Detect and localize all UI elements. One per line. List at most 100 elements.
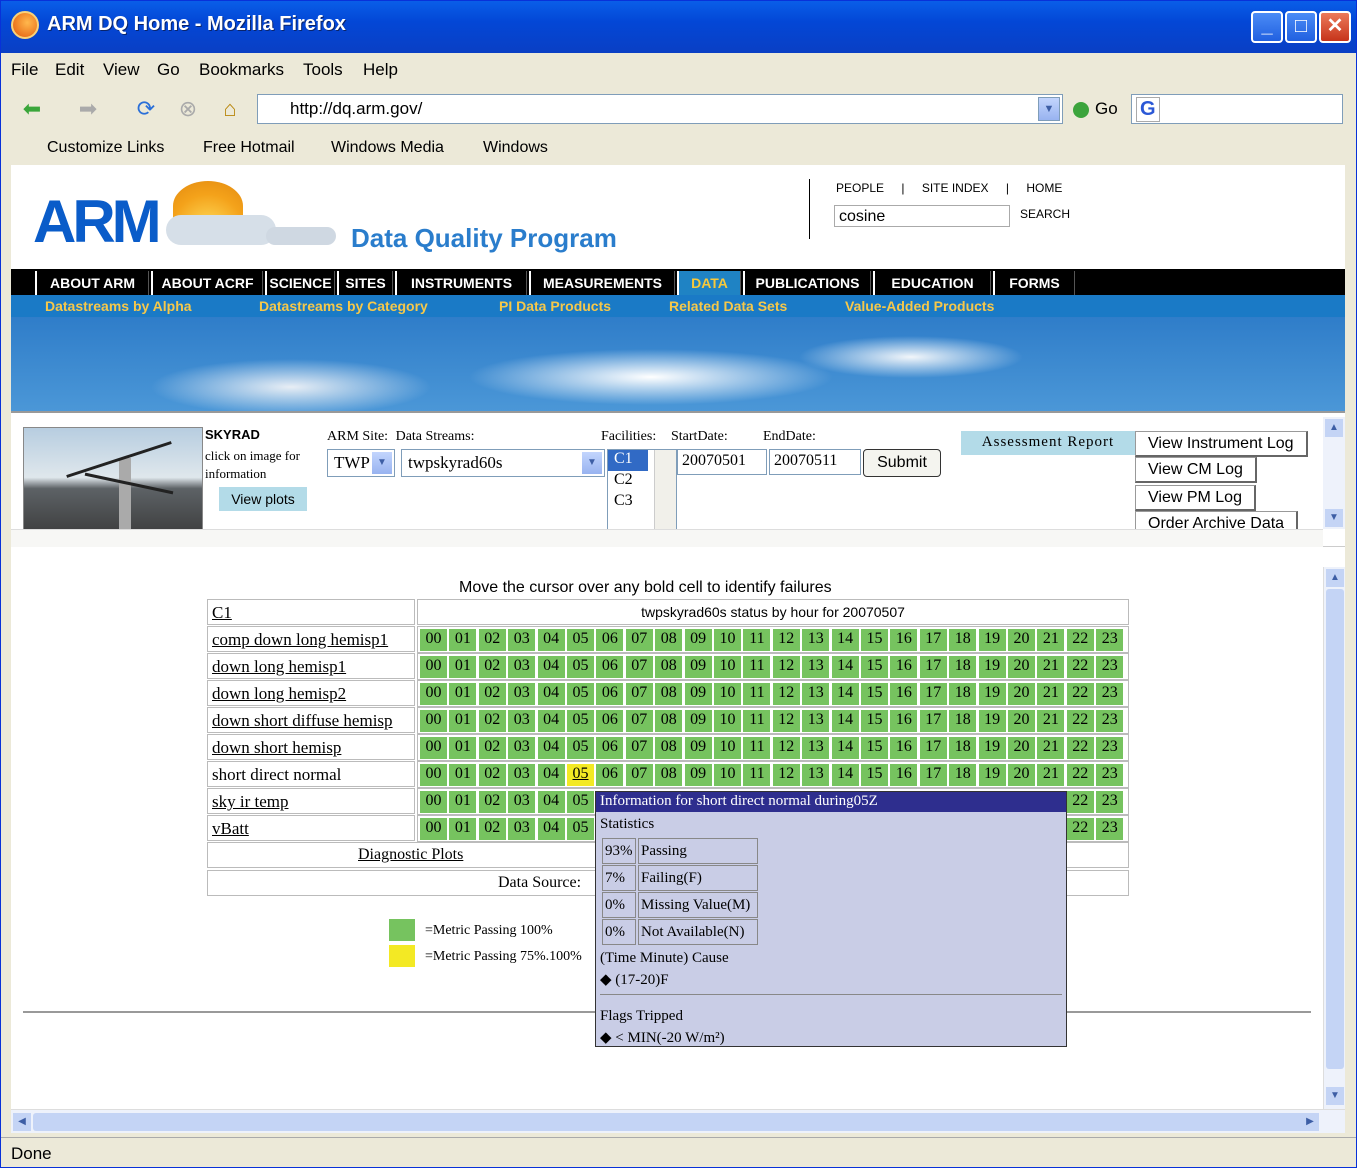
hour-cell[interactable]: 12 [772, 629, 800, 651]
hour-cell[interactable]: 19 [978, 683, 1006, 705]
hour-cell[interactable]: 10 [714, 683, 741, 705]
hour-cell[interactable]: 16 [890, 737, 918, 759]
hour-cell[interactable]: 02 [478, 764, 506, 786]
hour-cell[interactable]: 03 [508, 791, 536, 813]
hour-cell[interactable]: 10 [714, 710, 741, 732]
tab-instruments[interactable]: INSTRUMENTS [395, 271, 527, 295]
hour-cell[interactable]: 11 [743, 764, 771, 786]
hour-cell[interactable]: 05 [567, 629, 594, 651]
hour-cell[interactable]: 20 [1008, 656, 1035, 678]
hour-cell[interactable]: 12 [772, 683, 800, 705]
hour-cell[interactable]: 07 [625, 683, 653, 705]
hour-cell[interactable]: 12 [772, 764, 800, 786]
close-button[interactable]: ✕ [1319, 11, 1351, 43]
row-label[interactable]: sky ir temp [207, 788, 415, 814]
hour-cell[interactable]: 03 [508, 629, 536, 651]
hour-cell[interactable]: 20 [1008, 764, 1035, 786]
hour-cell[interactable]: 00 [420, 818, 447, 840]
url-bar[interactable]: http://dq.arm.gov/ ▼ [257, 94, 1063, 124]
arm-logo[interactable]: ARM [33, 187, 162, 256]
view-cm-log-button[interactable]: View CM Log [1135, 457, 1257, 483]
hour-cell[interactable]: 03 [508, 683, 536, 705]
hour-cell[interactable]: 17 [919, 737, 947, 759]
tab-publications[interactable]: PUBLICATIONS [743, 271, 871, 295]
hour-cell[interactable]: 02 [478, 710, 506, 732]
frame-horizontal-scrollbar[interactable] [11, 529, 1323, 547]
row-label[interactable]: down short hemisp [207, 734, 415, 760]
hour-cell[interactable]: 04 [537, 629, 565, 651]
hour-cell[interactable]: 19 [978, 764, 1006, 786]
hour-cell[interactable]: 15 [861, 764, 888, 786]
hour-cell[interactable]: 02 [478, 683, 506, 705]
hour-cell[interactable]: 13 [802, 764, 830, 786]
row-label[interactable]: down short diffuse hemisp [207, 707, 415, 733]
subnav-category[interactable]: Datastreams by Category [259, 298, 428, 314]
hour-cell[interactable]: 08 [655, 737, 683, 759]
hour-cell[interactable]: 18 [949, 710, 977, 732]
hour-cell[interactable]: 23 [1096, 791, 1124, 813]
hour-cell[interactable]: 07 [625, 656, 653, 678]
hour-cell[interactable]: 11 [743, 629, 771, 651]
hour-cell[interactable]: 14 [831, 737, 859, 759]
hour-cell[interactable]: 15 [861, 683, 888, 705]
hour-cell[interactable]: 17 [919, 656, 947, 678]
hour-cell[interactable]: 14 [831, 710, 859, 732]
hour-cell[interactable]: 01 [449, 818, 477, 840]
menu-bookmarks[interactable]: Bookmarks [199, 60, 284, 80]
hour-cell[interactable]: 14 [831, 629, 859, 651]
hour-cell[interactable]: 23 [1096, 656, 1124, 678]
hour-cell[interactable]: 08 [655, 629, 683, 651]
tab-about-arm[interactable]: ABOUT ARM [35, 271, 149, 295]
hour-cell[interactable]: 09 [684, 737, 712, 759]
hour-cell[interactable]: 13 [802, 629, 830, 651]
hour-cell[interactable]: 16 [890, 710, 918, 732]
hour-cell[interactable]: 18 [949, 656, 977, 678]
hour-cell[interactable]: 16 [890, 656, 918, 678]
hour-cell[interactable]: 23 [1096, 764, 1124, 786]
hour-cell[interactable]: 03 [508, 710, 536, 732]
hour-cell[interactable]: 15 [861, 737, 888, 759]
hour-cell[interactable]: 13 [802, 683, 830, 705]
row-label[interactable]: vBatt [207, 815, 415, 841]
hour-cell[interactable]: 15 [861, 710, 888, 732]
page-vertical-scrollbar[interactable]: ▲ ▼ [1323, 567, 1345, 1109]
hour-cell[interactable]: 07 [625, 629, 653, 651]
hour-cell[interactable]: 12 [772, 710, 800, 732]
scroll-left-icon[interactable]: ◀ [13, 1113, 31, 1131]
hour-cell[interactable]: 00 [420, 737, 447, 759]
hour-cell[interactable]: 21 [1037, 737, 1065, 759]
hour-cell[interactable]: 09 [684, 764, 712, 786]
hour-cell[interactable]: 23 [1096, 683, 1124, 705]
hour-cell[interactable]: 08 [655, 764, 683, 786]
hour-cell[interactable]: 08 [655, 656, 683, 678]
hour-cell[interactable]: 23 [1096, 737, 1124, 759]
view-pm-log-button[interactable]: View PM Log [1135, 485, 1256, 511]
menu-help[interactable]: Help [363, 60, 398, 80]
hour-cell[interactable]: 22 [1066, 656, 1094, 678]
datastream-select[interactable]: twpskyrad60s ▼ [401, 449, 605, 477]
tab-sites[interactable]: SITES [337, 271, 393, 295]
tab-data[interactable]: DATA [677, 271, 741, 295]
hour-cell[interactable]: 17 [919, 710, 947, 732]
hour-cell[interactable]: 01 [449, 791, 477, 813]
facility-option[interactable]: C1 [608, 450, 648, 471]
hour-cell[interactable]: 06 [596, 737, 624, 759]
menu-view[interactable]: View [103, 60, 140, 80]
view-plots-button[interactable]: View plots [219, 487, 307, 511]
scroll-right-icon[interactable]: ▶ [1301, 1113, 1319, 1131]
hour-cell[interactable]: 00 [420, 791, 447, 813]
site-search-input[interactable]: cosine [834, 205, 1010, 227]
frame-vertical-scrollbar[interactable]: ▲ ▼ [1323, 417, 1345, 529]
hour-cell[interactable]: 22 [1066, 629, 1094, 651]
hour-cell[interactable]: 15 [861, 656, 888, 678]
facility-link[interactable]: C1 [207, 599, 415, 625]
tab-forms[interactable]: FORMS [993, 271, 1075, 295]
hour-cell[interactable]: 21 [1037, 710, 1065, 732]
row-label[interactable]: down long hemisp2 [207, 680, 415, 706]
hour-cell[interactable]: 01 [449, 737, 477, 759]
hour-cell[interactable]: 09 [684, 683, 712, 705]
hour-cell[interactable]: 21 [1037, 656, 1065, 678]
view-instrument-log-button[interactable]: View Instrument Log [1135, 431, 1308, 457]
reload-icon[interactable]: ⟳ [129, 93, 163, 125]
hour-cell[interactable]: 02 [478, 818, 506, 840]
